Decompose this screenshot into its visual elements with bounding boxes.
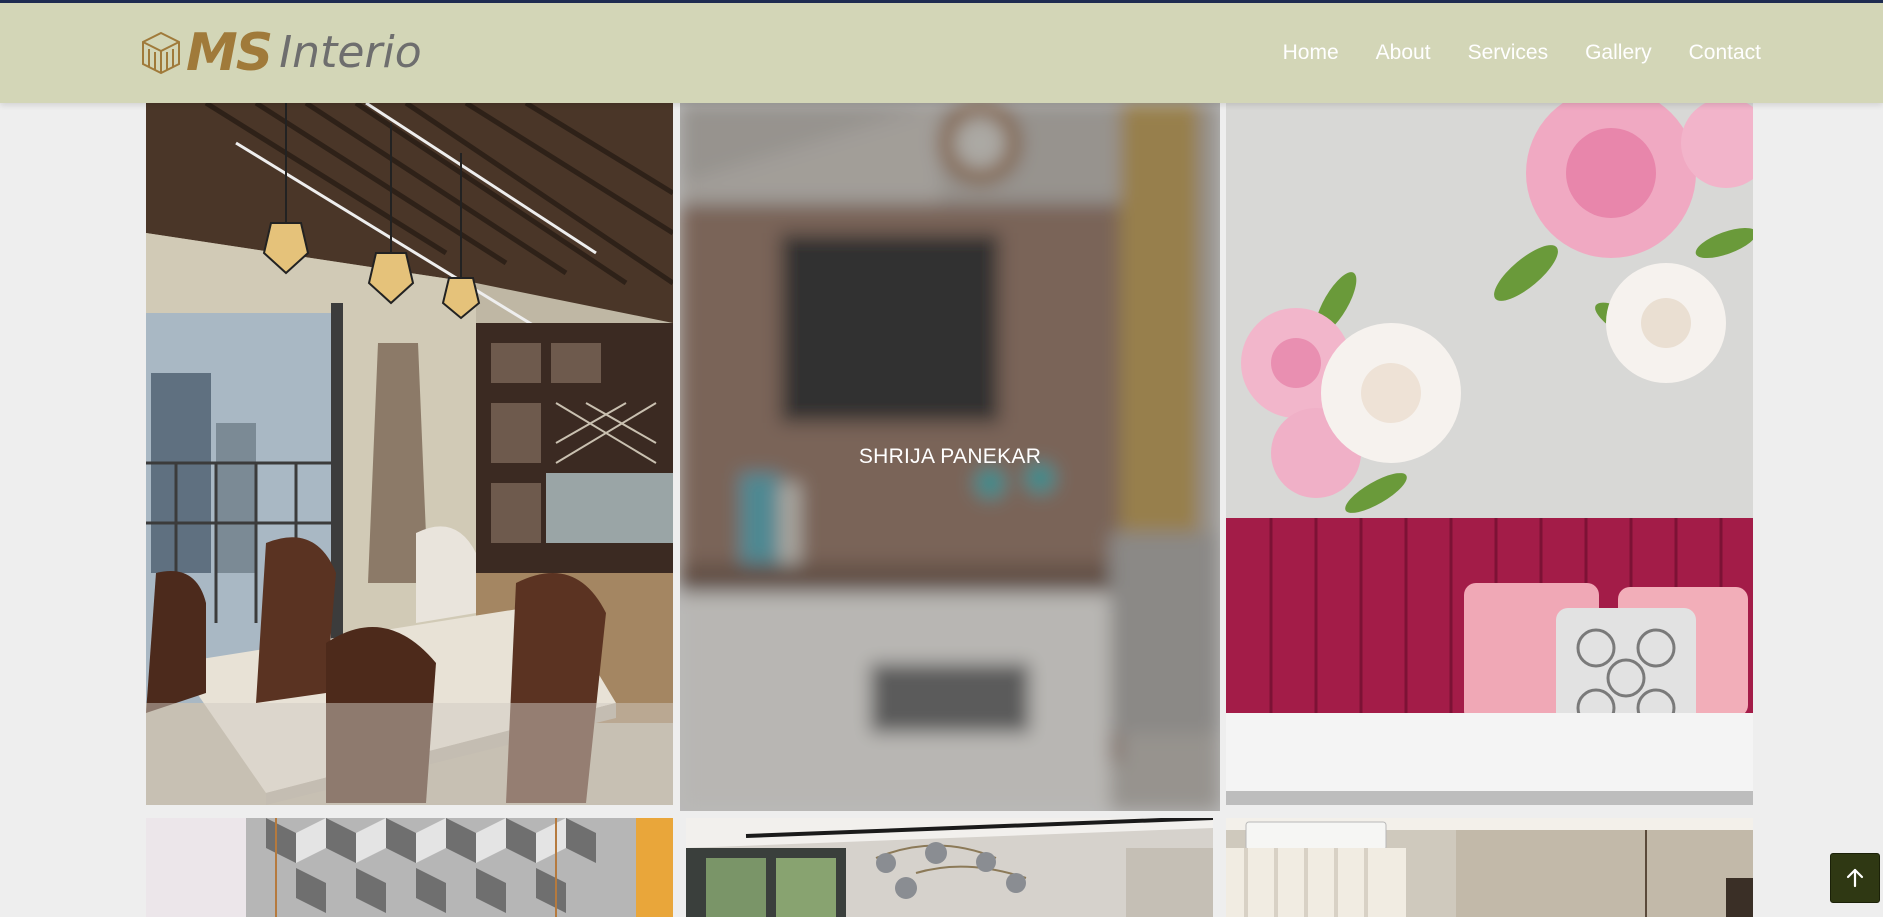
gallery-tile-living-room[interactable]: SHRIJA PANEKAR [680, 103, 1220, 811]
brand-name-bold: MS [186, 23, 273, 83]
gallery-tile-dining-room[interactable] [146, 103, 673, 805]
back-to-top-button[interactable] [1830, 853, 1880, 903]
nav-home[interactable]: Home [1283, 41, 1339, 65]
nav-services[interactable]: Services [1468, 41, 1549, 65]
navbar: MS Interio Home About Services Gallery C… [0, 3, 1883, 103]
floral-wall-bedroom-photo [1226, 103, 1753, 805]
brand-name-rest: Interio [279, 27, 422, 78]
arrow-up-icon [1846, 868, 1864, 888]
cube-lines-icon [142, 31, 180, 75]
dining-room-photo [146, 103, 673, 805]
gallery-tile-floral-bedroom[interactable] [1226, 103, 1753, 805]
nav-contact[interactable]: Contact [1689, 41, 1761, 65]
main-nav: Home About Services Gallery Contact [1246, 3, 1761, 103]
chandelier-living-room-photo [686, 818, 1213, 917]
tile-hover-overlay: SHRIJA PANEKAR [680, 103, 1220, 811]
gallery-tile-chandelier-room[interactable] [686, 818, 1213, 917]
nav-about[interactable]: About [1376, 41, 1431, 65]
gallery-tile-curtain-room[interactable] [1226, 818, 1753, 917]
nav-gallery[interactable]: Gallery [1585, 41, 1652, 65]
gallery-tile-geometric-wallpaper[interactable] [146, 818, 673, 917]
curtain-room-photo [1226, 818, 1753, 917]
project-name-label: SHRIJA PANEKAR [858, 445, 1042, 468]
brand-logo[interactable]: MS Interio [140, 25, 422, 81]
geometric-wallpaper-photo [146, 818, 673, 917]
